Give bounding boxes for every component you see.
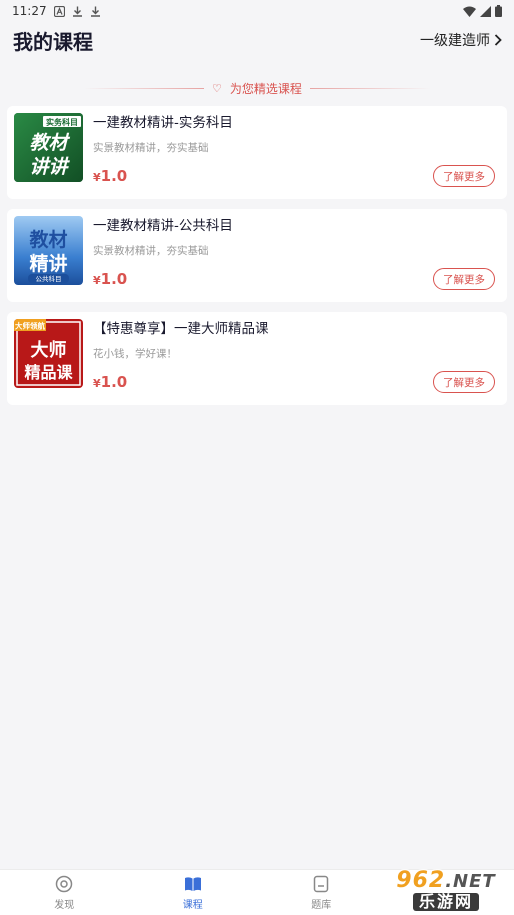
thumb-line2: 精讲 <box>29 252 67 275</box>
thumb-line2: 精品课 <box>24 363 73 382</box>
course-title: 【特惠尊享】一建大师精品课 <box>93 321 269 337</box>
price-value: 1.0 <box>100 167 128 185</box>
thumb-badge: 大师领航 <box>15 321 45 331</box>
heart-icon: ♡ <box>212 81 222 95</box>
thumb-line1: 教材 <box>29 228 67 251</box>
course-list: 实务科目 教材 讲讲 一建教材精讲-实务科目 实景教材精讲，夯实基础 ¥1.0 … <box>0 106 514 405</box>
question-bank-icon <box>314 875 329 892</box>
tab-discover-label: 发现 <box>54 899 75 911</box>
exam-selector-label: 一级建造师 <box>420 33 490 49</box>
status-bar: 11:27 <box>0 0 514 22</box>
tab-question-bank-label: 题库 <box>311 899 332 911</box>
header: 我的课程 一级建造师 <box>0 22 514 58</box>
course-thumbnail: 实务科目 教材 讲讲 <box>14 113 83 182</box>
learn-more-button[interactable]: 了解更多 <box>433 165 495 187</box>
download-icon <box>90 6 100 17</box>
course-card[interactable]: 实务科目 教材 讲讲 一建教材精讲-实务科目 实景教材精讲，夯实基础 ¥1.0 … <box>7 106 507 199</box>
currency-symbol: ¥ <box>93 171 101 184</box>
section-heading-text: 为您精选课程 <box>229 81 302 96</box>
course-info: 【特惠尊享】一建大师精品课 花小钱，学好课！ ¥1.0 了解更多 <box>93 319 495 405</box>
thumb-line1: 大师 <box>31 339 67 361</box>
site-watermark-logo: 962.NET 乐游网 <box>378 868 514 912</box>
thumb-badge: 实务科目 <box>46 117 78 127</box>
download-icon <box>72 6 82 17</box>
section-heading: ♡ 为您精选课程 <box>0 80 514 96</box>
thumb-badge: 公共科目 <box>36 274 62 283</box>
course-desc: 花小钱，学好课！ <box>93 348 177 360</box>
exam-selector[interactable]: 一级建造师 <box>420 30 502 50</box>
status-time: 11:27 <box>12 4 47 18</box>
course-thumbnail: 大师领航 大师 精品课 <box>14 319 83 388</box>
course-card[interactable]: 教材 精讲 公共科目 一建教材精讲-公共科目 实景教材精讲，夯实基础 ¥1.0 … <box>7 209 507 302</box>
tab-discover[interactable]: 发现 <box>0 870 129 915</box>
course-price: ¥1.0 <box>93 373 127 391</box>
notification-a-icon <box>53 5 65 17</box>
course-thumbnail: 教材 精讲 公共科目 <box>14 216 83 285</box>
tab-courses[interactable]: 课程 <box>129 870 258 915</box>
course-card[interactable]: 大师领航 大师 精品课 【特惠尊享】一建大师精品课 花小钱，学好课！ ¥1.0 … <box>7 312 507 405</box>
battery-icon <box>495 5 502 17</box>
course-price: ¥1.0 <box>93 270 127 288</box>
watermark-top: 962 <box>396 867 446 893</box>
watermark-bottom: 乐游网 <box>412 892 479 911</box>
thumb-line1: 教材 <box>29 132 70 154</box>
learn-more-button[interactable]: 了解更多 <box>433 268 495 290</box>
page-title: 我的课程 <box>13 29 93 54</box>
course-price: ¥1.0 <box>93 167 127 185</box>
price-value: 1.0 <box>100 373 128 391</box>
course-title: 一建教材精讲-公共科目 <box>93 218 233 234</box>
wifi-icon <box>463 6 476 17</box>
currency-symbol: ¥ <box>93 274 101 287</box>
price-value: 1.0 <box>100 270 128 288</box>
learn-more-button[interactable]: 了解更多 <box>433 371 495 393</box>
course-info: 一建教材精讲-实务科目 实景教材精讲，夯实基础 ¥1.0 了解更多 <box>93 113 495 199</box>
course-desc: 实景教材精讲，夯实基础 <box>93 245 209 257</box>
signal-icon <box>480 5 491 17</box>
tab-courses-label: 课程 <box>182 899 203 911</box>
thumb-line2: 讲讲 <box>29 156 70 178</box>
course-info: 一建教材精讲-公共科目 实景教材精讲，夯实基础 ¥1.0 了解更多 <box>93 216 495 302</box>
divider-line-left <box>84 87 205 89</box>
course-desc: 实景教材精讲，夯实基础 <box>93 142 209 154</box>
tab-question-bank[interactable]: 题库 <box>257 870 386 915</box>
course-title: 一建教材精讲-实务科目 <box>93 115 233 131</box>
currency-symbol: ¥ <box>93 377 101 390</box>
divider-line-right <box>309 87 430 89</box>
chevron-right-icon <box>494 34 502 46</box>
book-icon <box>184 876 201 891</box>
watermark-top-suffix: .NET <box>445 870 496 892</box>
discover-icon <box>56 875 73 892</box>
